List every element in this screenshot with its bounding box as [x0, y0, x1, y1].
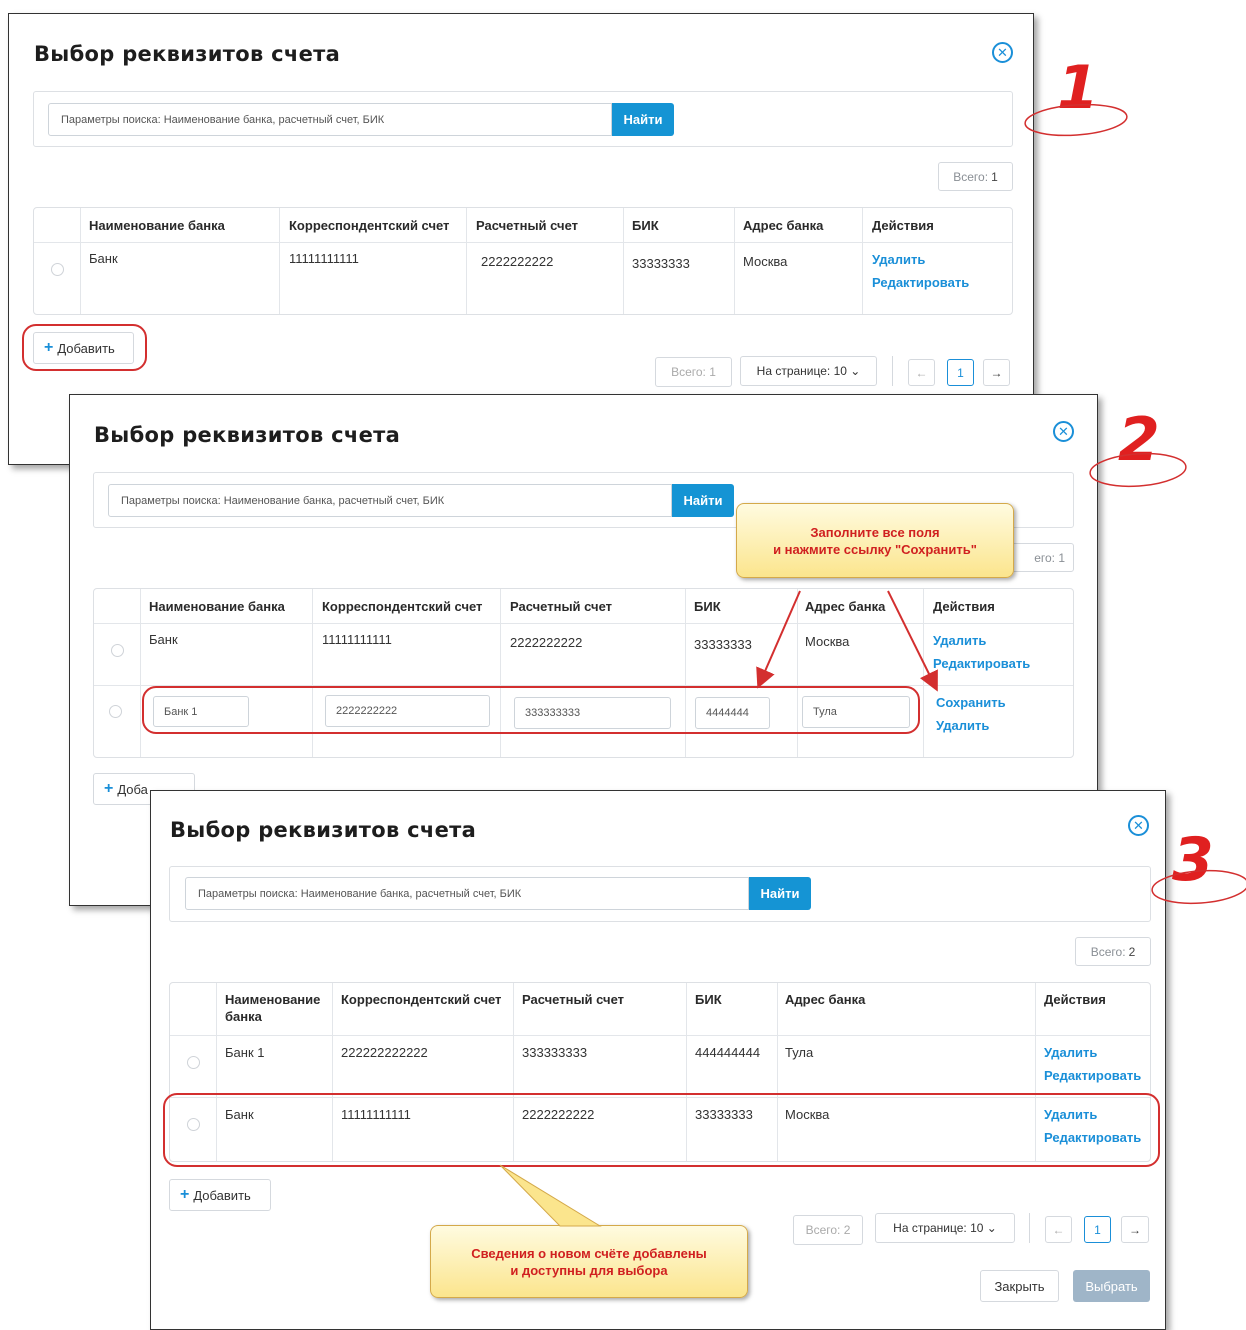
- edit-link[interactable]: Редактировать: [1044, 1130, 1141, 1145]
- col-corr-account: Корреспондентский счет: [289, 218, 450, 233]
- plus-icon: +: [104, 780, 114, 797]
- col-corr-account: Корреспондентский счет: [322, 599, 483, 614]
- prev-page-button[interactable]: ←: [1045, 1216, 1072, 1243]
- add-button[interactable]: + Добавить: [33, 332, 134, 364]
- col-corr-account: Корреспондентский счет: [341, 992, 502, 1007]
- step-number-3: 3: [1172, 825, 1214, 895]
- bik-input[interactable]: 4444444: [695, 697, 770, 729]
- row-radio[interactable]: [111, 644, 124, 657]
- add-button[interactable]: + Добавить: [169, 1179, 271, 1211]
- cell-bank-name: Банк 1: [225, 1045, 265, 1060]
- step-number-2: 2: [1118, 405, 1160, 475]
- col-bik: БИК: [632, 218, 659, 233]
- col-actions: Действия: [872, 218, 934, 233]
- row-radio[interactable]: [187, 1118, 200, 1131]
- search-button[interactable]: Найти: [672, 484, 734, 517]
- delete-link[interactable]: Удалить: [1044, 1045, 1097, 1060]
- cell-address: Москва: [805, 634, 850, 649]
- close-button[interactable]: Закрыть: [980, 1270, 1059, 1302]
- prev-page-button[interactable]: ←: [908, 359, 935, 386]
- cell-account: 2222222222: [510, 635, 583, 650]
- col-address: Адрес банка: [743, 218, 824, 233]
- search-input[interactable]: Параметры поиска: Наименование банка, ра…: [48, 103, 612, 136]
- col-account: Расчетный счет: [522, 992, 625, 1007]
- step-number-1: 1: [1057, 53, 1099, 123]
- dialog-title: Выбор реквизитов счета: [94, 423, 401, 447]
- search-input[interactable]: Параметры поиска: Наименование банка, ра…: [185, 877, 749, 910]
- col-bank-name: Наименование банка: [149, 599, 285, 614]
- bank-table: Наименование банка Корреспондентский сче…: [33, 207, 1013, 315]
- new-row-radio[interactable]: [109, 705, 122, 718]
- cell-corr-account: 222222222222: [341, 1045, 428, 1060]
- delete-link[interactable]: Удалить: [933, 633, 986, 648]
- callout-fill-fields: Заполните все поля и нажмите ссылку "Сох…: [736, 503, 1014, 578]
- cell-address: Москва: [743, 254, 788, 269]
- delete-new-row-link[interactable]: Удалить: [936, 718, 989, 733]
- cell-bank-name: Банк: [89, 251, 118, 266]
- pager-total: Всего: 1: [655, 357, 732, 387]
- cell-bik: 33333333: [694, 637, 752, 652]
- cell-bik: 33333333: [632, 256, 690, 271]
- pager-total: Всего: 2: [793, 1215, 863, 1245]
- cell-address: Москва: [785, 1107, 830, 1122]
- cell-account: 2222222222: [522, 1107, 595, 1122]
- save-link[interactable]: Сохранить: [936, 695, 1006, 710]
- per-page-select[interactable]: На странице: 10 ⌄: [875, 1213, 1015, 1243]
- search-input[interactable]: Параметры поиска: Наименование банка, ра…: [108, 484, 672, 517]
- edit-link[interactable]: Редактировать: [1044, 1068, 1141, 1083]
- cell-bank-name: Банк: [225, 1107, 254, 1122]
- edit-link[interactable]: Редактировать: [872, 275, 969, 290]
- cell-bank-name: Банк: [149, 632, 178, 647]
- col-address: Адрес банка: [785, 992, 866, 1007]
- col-actions: Действия: [933, 599, 995, 614]
- page-1-button[interactable]: 1: [1084, 1216, 1111, 1243]
- account-input[interactable]: 333333333: [514, 697, 671, 729]
- bank-name-input[interactable]: Банк 1: [153, 696, 249, 727]
- cell-corr-account: 11111111111: [322, 632, 392, 647]
- cell-address: Тула: [785, 1045, 814, 1060]
- col-bik: БИК: [694, 599, 721, 614]
- select-button[interactable]: Выбрать: [1073, 1270, 1150, 1302]
- corr-account-input[interactable]: 2222222222: [325, 695, 490, 727]
- col-actions: Действия: [1044, 992, 1106, 1007]
- close-icon[interactable]: ✕: [1128, 815, 1149, 836]
- plus-icon: +: [44, 339, 54, 356]
- callout-row-added: Сведения о новом счёте добавлены и досту…: [430, 1225, 748, 1298]
- per-page-select[interactable]: На странице: 10 ⌄: [740, 356, 877, 386]
- page-1-button[interactable]: 1: [947, 359, 974, 386]
- col-account: Расчетный счет: [510, 599, 613, 614]
- col-account: Расчетный счет: [476, 218, 579, 233]
- delete-link[interactable]: Удалить: [872, 252, 925, 267]
- cell-corr-account: 11111111111: [341, 1107, 411, 1122]
- cell-bik: 444444444: [695, 1045, 761, 1060]
- total-badge: Всего: 1: [938, 162, 1013, 191]
- cell-corr-account: 11111111111: [289, 251, 359, 266]
- next-page-button[interactable]: →: [1121, 1216, 1149, 1243]
- plus-icon: +: [180, 1186, 190, 1203]
- row-radio[interactable]: [51, 263, 64, 276]
- close-icon[interactable]: ✕: [992, 42, 1013, 63]
- cell-account: 2222222222: [481, 254, 554, 269]
- close-icon[interactable]: ✕: [1053, 421, 1074, 442]
- next-page-button[interactable]: →: [983, 359, 1010, 386]
- edit-link[interactable]: Редактировать: [933, 656, 1030, 671]
- cell-account: 333333333: [522, 1045, 588, 1060]
- bank-table: Наименование банка Корреспондентский сче…: [93, 588, 1074, 758]
- search-panel: Параметры поиска: Наименование банка, ра…: [33, 91, 1013, 147]
- search-button[interactable]: Найти: [612, 103, 674, 136]
- bank-table: Наименование банка Корреспондентский сче…: [169, 982, 1151, 1162]
- dialog-title: Выбор реквизитов счета: [170, 818, 477, 842]
- col-bik: БИК: [695, 992, 722, 1007]
- col-bank-name: Наименование банка: [225, 992, 321, 1024]
- cell-bik: 33333333: [695, 1107, 753, 1122]
- search-panel: Параметры поиска: Наименование банка, ра…: [169, 866, 1151, 922]
- col-address: Адрес банка: [805, 599, 886, 614]
- search-button[interactable]: Найти: [749, 877, 811, 910]
- address-input[interactable]: Тула: [802, 696, 910, 728]
- col-bank-name: Наименование банка: [89, 218, 225, 233]
- row-radio[interactable]: [187, 1056, 200, 1069]
- delete-link[interactable]: Удалить: [1044, 1107, 1097, 1122]
- dialog-title: Выбор реквизитов счета: [34, 42, 341, 66]
- total-badge: Всего: 2: [1075, 937, 1151, 966]
